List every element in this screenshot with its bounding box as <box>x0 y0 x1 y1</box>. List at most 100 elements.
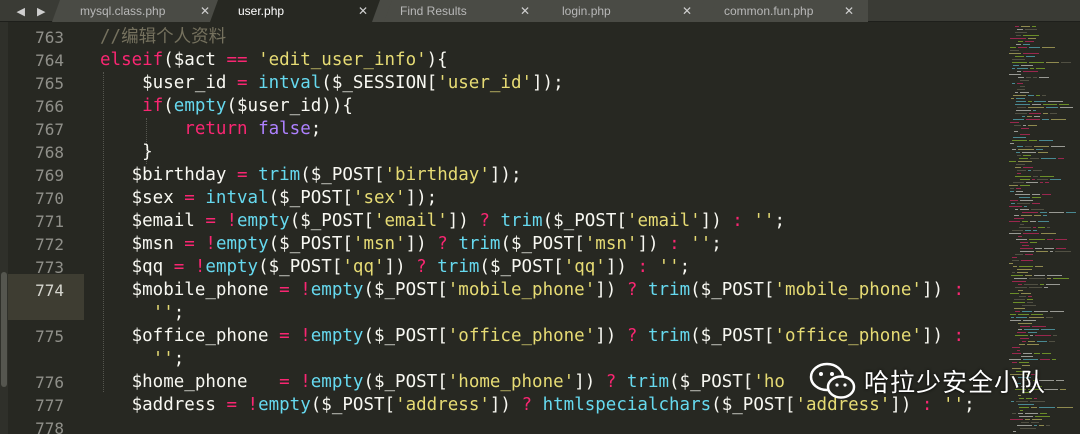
code-line[interactable]: $sex = intval($_POST['sex']); <box>100 187 1000 210</box>
minimap-stroke <box>1026 182 1038 183</box>
code-line[interactable]: $mobile_phone = !empty($_POST['mobile_ph… <box>100 279 1000 302</box>
minimap-stroke <box>1017 29 1023 30</box>
code-line[interactable]: if(empty($user_id)){ <box>100 95 1000 118</box>
line-number: 766 <box>35 97 64 116</box>
minimap-stroke <box>1040 182 1043 183</box>
code-line[interactable]: $qq = !empty($_POST['qq']) ? trim($_POST… <box>100 256 1000 279</box>
minimap-stroke <box>1009 233 1021 234</box>
minimap-stroke <box>1022 311 1032 312</box>
minimap-stroke <box>1021 215 1032 216</box>
code-token: empty <box>173 96 227 116</box>
tab-find-results[interactable]: Find Results ✕ <box>382 0 544 22</box>
tab-label: login.php <box>562 4 611 18</box>
code-line[interactable]: $birthday = trim($_POST['birthday']); <box>100 164 1000 187</box>
code-line[interactable] <box>100 417 1000 434</box>
scrollbar[interactable] <box>0 22 8 434</box>
minimap-stroke <box>1038 221 1049 222</box>
minimap-stroke <box>1041 158 1056 159</box>
minimap-stroke <box>1017 425 1032 426</box>
close-icon[interactable]: ✕ <box>358 4 368 18</box>
minimap-stroke <box>1049 341 1055 342</box>
tab-common-fun-php[interactable]: common.fun.php ✕ <box>706 0 868 22</box>
code-token: ; <box>310 119 322 139</box>
code-token: ]) <box>447 211 480 231</box>
line-number: 773 <box>35 258 64 277</box>
chevron-right-icon[interactable]: ▶ <box>37 5 45 18</box>
tab-mysql-class-php[interactable]: mysql.class.php ✕ <box>62 0 224 22</box>
minimap-stroke <box>1014 125 1021 126</box>
scrollbar-thumb[interactable] <box>1 272 7 387</box>
minimap-stroke <box>1034 101 1046 102</box>
minimap-stroke <box>1028 95 1034 96</box>
minimap-stroke <box>1017 272 1028 273</box>
code-token: 'user_id' <box>437 73 533 93</box>
code-line[interactable]: $email = !empty($_POST['email']) ? trim(… <box>100 210 1000 233</box>
minimap-stroke <box>1033 170 1042 171</box>
minimap-stroke <box>1017 269 1032 270</box>
code-token: 'edit_user_info' <box>258 50 427 70</box>
close-icon[interactable]: ✕ <box>520 4 530 18</box>
minimap-stroke <box>1013 302 1025 303</box>
code-line[interactable]: } <box>100 141 1000 164</box>
minimap-stroke <box>1042 47 1055 48</box>
code-token: $qq <box>100 257 174 277</box>
code-token: ? <box>479 211 490 231</box>
minimap-stroke <box>1039 407 1055 408</box>
tab-user-php[interactable]: user.php ✕ <box>220 0 382 22</box>
minimap-stroke <box>1020 200 1033 201</box>
code-line[interactable]: //编辑个人资料 <box>100 26 1000 49</box>
minimap-stroke <box>1010 38 1026 39</box>
code-line[interactable]: $office_phone = !empty($_POST['office_ph… <box>100 325 1000 348</box>
code-token: ? <box>521 395 533 415</box>
minimap-stroke <box>1037 179 1048 180</box>
minimap-stroke <box>1018 77 1024 78</box>
chevron-left-icon[interactable]: ◀ <box>17 5 25 18</box>
wechat-icon <box>809 362 856 399</box>
minimap-stroke <box>1016 239 1027 240</box>
code-token: ($_POST[ <box>300 165 385 185</box>
minimap-stroke <box>1017 83 1023 84</box>
code-token: ($_POST[ <box>500 234 585 254</box>
code-token: ]) <box>384 257 417 277</box>
minimap-stroke <box>1015 56 1024 57</box>
minimap-stroke <box>1036 95 1040 96</box>
minimap-stroke <box>1029 239 1045 240</box>
code-line[interactable]: ''; <box>100 302 1000 325</box>
code-token: intval <box>205 188 269 208</box>
code-token: 'address' <box>395 395 490 415</box>
minimap-stroke <box>1021 26 1030 27</box>
code-token: = <box>184 188 195 208</box>
code-line[interactable]: $user_id = intval($_SESSION['user_id']); <box>100 72 1000 95</box>
minimap-stroke <box>1010 191 1014 192</box>
code-token: 'qq' <box>563 257 606 277</box>
minimap-stroke <box>1041 233 1056 234</box>
code-line[interactable]: return false; <box>100 118 1000 141</box>
minimap-stroke <box>1043 113 1048 114</box>
close-icon[interactable]: ✕ <box>200 4 210 18</box>
tab-login-php[interactable]: login.php ✕ <box>544 0 706 22</box>
minimap-stroke <box>1017 155 1021 156</box>
minimap-stroke <box>1031 407 1037 408</box>
minimap-stroke <box>1020 86 1025 87</box>
minimap-stroke <box>1034 353 1040 354</box>
minimap-stroke <box>1059 104 1069 105</box>
minimap-stroke <box>1040 284 1044 285</box>
close-icon[interactable]: ✕ <box>844 4 854 18</box>
close-icon[interactable]: ✕ <box>682 4 692 18</box>
minimap-stroke <box>1016 317 1027 318</box>
code-line[interactable]: $msn = !empty($_POST['msn']) ? trim($_PO… <box>100 233 1000 256</box>
code-token: ($_POST[ <box>268 188 353 208</box>
minimap-stroke <box>1047 239 1053 240</box>
minimap-stroke <box>1016 44 1021 45</box>
minimap-stroke <box>1023 167 1033 168</box>
minimap-stroke <box>1023 155 1031 156</box>
minimap-stroke <box>1019 416 1033 417</box>
minimap-stroke <box>1026 77 1031 78</box>
code-line[interactable]: elseif($act == 'edit_user_info'){ <box>100 49 1000 72</box>
code-token: empty <box>310 326 364 346</box>
minimap-stroke <box>1035 266 1043 267</box>
